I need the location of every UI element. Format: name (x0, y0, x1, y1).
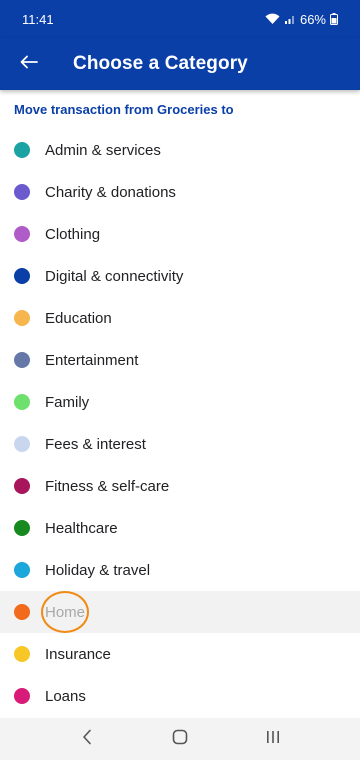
category-item-family[interactable]: Family (0, 381, 360, 423)
wifi-icon (265, 13, 280, 25)
category-color-dot (14, 310, 30, 326)
status-time: 11:41 (22, 11, 54, 27)
category-color-dot (14, 352, 30, 368)
nav-home-button[interactable] (160, 719, 200, 759)
arrow-left-icon (20, 55, 38, 74)
category-item-insurance[interactable]: Insurance (0, 633, 360, 675)
nav-back-button[interactable] (67, 719, 107, 759)
category-label: Entertainment (45, 351, 139, 369)
back-nav-icon (82, 729, 92, 750)
category-color-dot (14, 604, 30, 620)
category-item-healthcare[interactable]: Healthcare (0, 507, 360, 549)
category-label: Home (45, 603, 86, 621)
category-color-dot (14, 226, 30, 242)
category-color-dot (14, 688, 30, 704)
category-item-fitness[interactable]: Fitness & self-care (0, 465, 360, 507)
category-color-dot (14, 478, 30, 494)
category-item-admin[interactable]: Admin & services (0, 129, 360, 171)
category-item-home[interactable]: Home (0, 591, 360, 633)
back-button[interactable] (1, 38, 57, 90)
category-color-dot (14, 646, 30, 662)
battery-icon (330, 13, 338, 25)
status-bar: 11:41 66% (0, 0, 360, 38)
category-item-clothing[interactable]: Clothing (0, 213, 360, 255)
nav-recents-button[interactable] (253, 719, 293, 759)
category-label: Admin & services (45, 141, 161, 159)
category-label: Healthcare (45, 519, 118, 537)
signal-icon (284, 13, 296, 25)
category-color-dot (14, 436, 30, 452)
category-label: Insurance (45, 645, 111, 663)
battery-text: 66% (299, 11, 326, 27)
system-nav-bar (0, 718, 360, 760)
category-label: Education (45, 309, 112, 327)
category-color-dot (14, 394, 30, 410)
category-item-loans[interactable]: Loans (0, 675, 360, 717)
page-title: Choose a Category (73, 53, 248, 74)
category-label: Charity & donations (45, 183, 176, 201)
category-color-dot (14, 562, 30, 578)
category-color-dot (14, 142, 30, 158)
status-icons: 66% (265, 12, 338, 27)
category-item-charity[interactable]: Charity & donations (0, 171, 360, 213)
home-nav-icon (172, 729, 188, 750)
category-color-dot (14, 520, 30, 536)
category-item-education[interactable]: Education (0, 297, 360, 339)
category-color-dot (14, 268, 30, 284)
category-item-entertainment[interactable]: Entertainment (0, 339, 360, 381)
category-label: Fitness & self-care (45, 477, 170, 495)
category-label: Digital & connectivity (45, 267, 184, 285)
category-label: Loans (45, 687, 86, 705)
category-label: Fees & interest (45, 435, 146, 453)
category-color-dot (14, 184, 30, 200)
category-item-holiday[interactable]: Holiday & travel (0, 549, 360, 591)
category-label: Family (45, 393, 90, 411)
category-item-digital[interactable]: Digital & connectivity (0, 255, 360, 297)
category-list: Admin & services Charity & donations Clo… (0, 129, 360, 717)
category-label: Holiday & travel (45, 561, 151, 579)
subtitle: Move transaction from Groceries to (14, 102, 234, 117)
category-label: Clothing (45, 225, 101, 243)
category-item-fees[interactable]: Fees & interest (0, 423, 360, 465)
recents-nav-icon (265, 730, 281, 749)
app-bar: Choose a Category (0, 38, 360, 90)
